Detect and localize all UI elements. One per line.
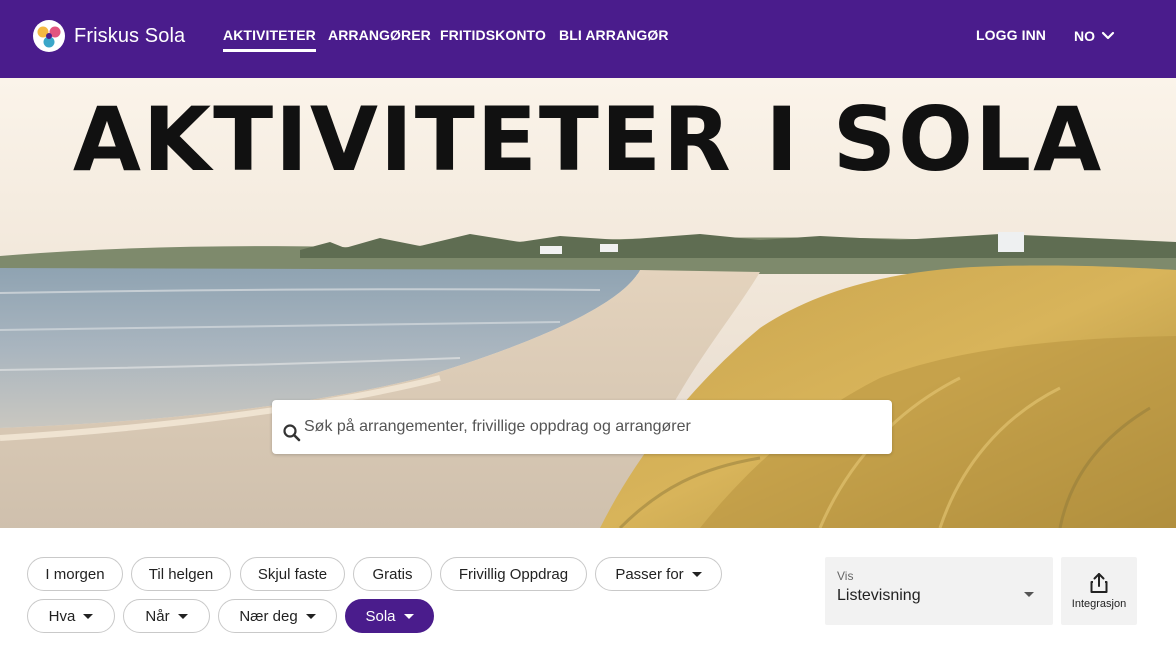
chevron-down-icon — [1101, 31, 1115, 40]
brand-name: Friskus Sola — [74, 24, 186, 47]
hero-title: AKTIVITETER I SOLA — [72, 88, 1104, 191]
chip-label: Gratis — [372, 565, 413, 583]
share-icon — [1090, 573, 1108, 593]
chip-label: I morgen — [45, 565, 105, 583]
integration-button[interactable]: Integrasjon — [1061, 557, 1137, 625]
filter-chip-frivillig-oppdrag[interactable]: Frivillig Oppdrag — [440, 557, 587, 591]
search-icon — [283, 424, 301, 442]
chip-label: Sola — [365, 607, 396, 625]
language-selector[interactable]: NO — [1074, 28, 1115, 44]
filter-dropdown-hva[interactable]: Hva — [27, 599, 115, 633]
hero-banner: AKTIVITETER I SOLA — [0, 78, 1176, 528]
brand-home-link[interactable]: Friskus Sola — [32, 19, 185, 53]
view-select-value: Listevisning — [837, 587, 921, 604]
caret-down-icon — [691, 571, 702, 577]
chip-label: Når — [145, 607, 170, 625]
chip-label: Frivillig Oppdrag — [458, 565, 569, 583]
caret-down-icon — [403, 613, 414, 619]
chip-label: Skjul faste — [257, 565, 328, 583]
chip-label: Nær deg — [239, 607, 298, 625]
caret-down-icon — [177, 613, 188, 619]
friskus-logo-icon — [33, 20, 65, 52]
search-input[interactable] — [304, 412, 874, 442]
integration-label: Integrasjon — [1071, 598, 1127, 610]
top-navigation-bar: Friskus Sola AKTIVITETER ARRANGØRER FRIT… — [0, 0, 1176, 78]
filter-dropdown-sola[interactable]: Sola — [345, 599, 434, 633]
chip-label: Passer for — [615, 565, 684, 583]
chip-label: Til helgen — [148, 565, 214, 583]
filter-chip-til-helgen[interactable]: Til helgen — [131, 557, 231, 591]
filter-chip-i-morgen[interactable]: I morgen — [27, 557, 123, 591]
filter-chip-gratis[interactable]: Gratis — [353, 557, 432, 591]
caret-down-icon — [305, 613, 316, 619]
nav-fritidskonto[interactable]: FRITIDSKONTO — [440, 27, 546, 43]
view-mode-select[interactable]: Vis Listevisning — [825, 557, 1053, 625]
nav-arrangorer[interactable]: ARRANGØRER — [328, 27, 431, 43]
chip-label: Hva — [48, 607, 76, 625]
view-select-label: Vis — [837, 569, 854, 583]
caret-down-icon — [1024, 592, 1034, 597]
filter-dropdown-naer-deg[interactable]: Nær deg — [218, 599, 337, 633]
filter-dropdown-passer-for[interactable]: Passer for — [595, 557, 722, 591]
language-code: NO — [1074, 28, 1095, 44]
filter-dropdown-nar[interactable]: Når — [123, 599, 210, 633]
nav-aktiviteter[interactable]: AKTIVITETER — [223, 27, 316, 52]
caret-down-icon — [83, 613, 94, 619]
filter-chip-skjul-faste[interactable]: Skjul faste — [240, 557, 345, 591]
login-link[interactable]: LOGG INN — [976, 27, 1046, 43]
search-box[interactable] — [272, 400, 892, 454]
nav-bli-arrangor[interactable]: BLI ARRANGØR — [559, 27, 669, 43]
